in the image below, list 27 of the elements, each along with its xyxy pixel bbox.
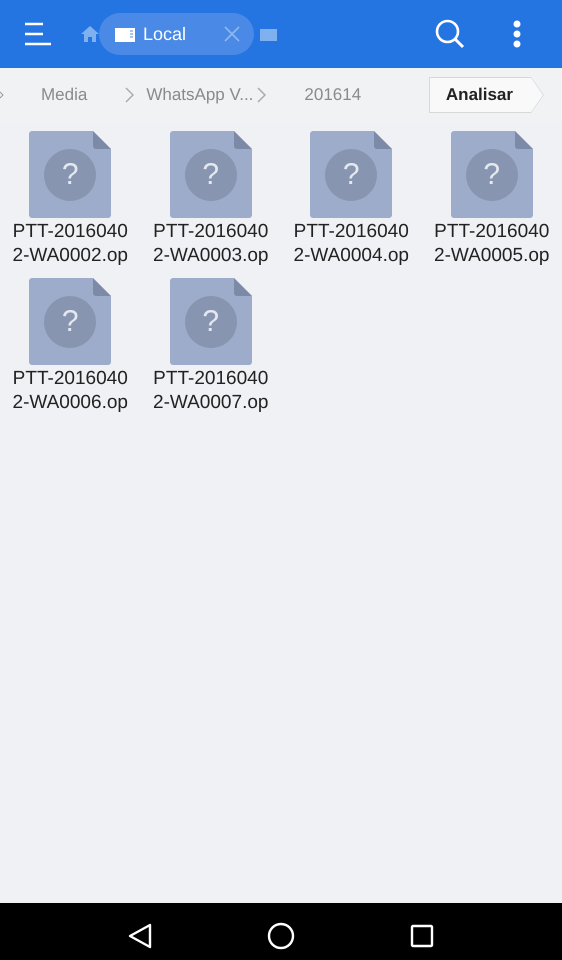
file-name: PTT-20160402-WA0005.op (433, 220, 550, 268)
breadcrumb-item[interactable]: 201614 (304, 85, 362, 105)
file-icon[interactable]: ? (29, 131, 112, 218)
chevron-icon (257, 87, 266, 103)
file-icon[interactable]: ? (170, 278, 252, 365)
analyze-button[interactable]: Analisar (428, 77, 544, 113)
file-icon[interactable]: ? (450, 131, 533, 218)
home-icon[interactable] (266, 922, 295, 950)
more-icon[interactable] (513, 20, 521, 48)
file-name: PTT-20160402-WA0002.op (12, 220, 129, 268)
file-name: PTT-20160402-WA0007.op (152, 367, 270, 415)
back-icon[interactable] (128, 923, 152, 949)
file-icon[interactable]: ? (29, 278, 112, 365)
sd-card-icon (115, 26, 135, 42)
breadcrumb-item[interactable]: WhatsApp V... (146, 85, 254, 105)
chevron-icon (125, 87, 134, 103)
file-name: PTT-20160402-WA0003.op (152, 220, 270, 268)
chevron-icon (0, 91, 4, 99)
search-icon[interactable] (435, 19, 465, 49)
file-name: PTT-20160402-WA0006.op (12, 367, 129, 415)
tab[interactable]: Local (99, 13, 254, 55)
menu-icon[interactable] (22, 22, 52, 46)
file-icon[interactable]: ? (310, 131, 392, 218)
recent-apps-icon[interactable] (410, 924, 434, 948)
file-icon[interactable]: ? (170, 131, 252, 218)
file-name: PTT-20160402-WA0004.op (292, 220, 410, 268)
breadcrumb-item[interactable]: Media (41, 85, 88, 105)
